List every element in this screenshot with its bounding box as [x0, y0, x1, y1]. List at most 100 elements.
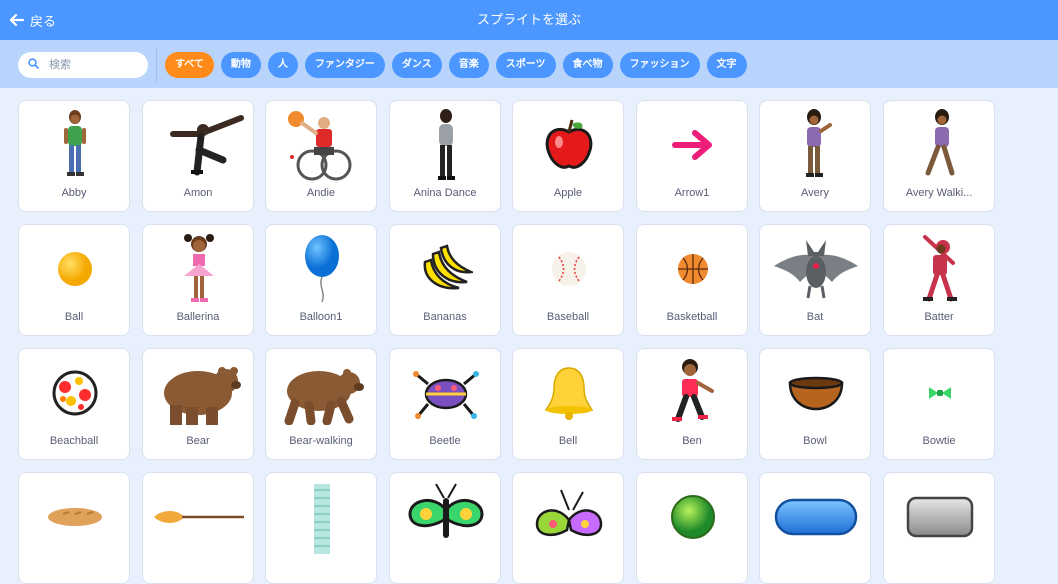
sprite-name: Abby — [61, 187, 87, 199]
sprite-name: Ball — [64, 311, 84, 323]
sprite-tile[interactable]: Balloon1 — [265, 224, 377, 336]
sprite-tile[interactable]: Bat — [759, 224, 871, 336]
sprite-name: Anina Dance — [413, 187, 477, 199]
page-title: スプライトを選ぶ — [476, 12, 581, 27]
beetle-icon — [390, 355, 502, 431]
balloon1-icon — [266, 231, 378, 307]
andie-icon — [266, 107, 378, 183]
sprite-name: Bear-walking — [289, 435, 353, 447]
sprite-tile[interactable]: Andie — [265, 100, 377, 212]
sprite-tile[interactable]: Bell — [512, 348, 624, 460]
sprite-name: Balloon1 — [299, 311, 343, 323]
sprite-name: Arrow1 — [674, 187, 710, 199]
butterfly-icon — [390, 479, 502, 555]
sprite-name: Avery Walki... — [905, 187, 973, 199]
bowl-icon — [760, 355, 872, 431]
sprite-name: Avery — [801, 187, 829, 199]
header-bar: 戻る スプライトを選ぶ — [0, 0, 1058, 40]
sprite-tile[interactable] — [759, 472, 871, 584]
tag-button[interactable]: 食べ物 — [562, 52, 613, 78]
button-green-icon — [637, 479, 749, 555]
bread-icon — [19, 479, 131, 555]
scrollbar[interactable] — [1048, 88, 1058, 527]
sprite-tile[interactable]: Ben — [636, 348, 748, 460]
sprite-tile[interactable]: Ball — [18, 224, 130, 336]
button-gray-icon — [884, 479, 996, 555]
sprite-tile[interactable]: Amon — [142, 100, 254, 212]
sprite-name: Bowtie — [922, 435, 956, 447]
arrow-left-icon — [10, 14, 24, 26]
sprite-tile[interactable]: Avery Walki... — [883, 100, 995, 212]
tag-button[interactable]: ファンタジー — [304, 52, 385, 78]
sprite-tile[interactable]: Bowl — [759, 348, 871, 460]
sprite-tile[interactable] — [265, 472, 377, 584]
sprite-tile[interactable]: Baseball — [512, 224, 624, 336]
sprite-tile[interactable] — [18, 472, 130, 584]
building-icon — [266, 479, 378, 555]
sprite-tile[interactable]: Abby — [18, 100, 130, 212]
avery-walking-icon — [884, 107, 996, 183]
tag-button[interactable]: 動物 — [220, 52, 261, 78]
sprite-name: Apple — [553, 187, 583, 199]
tag-button[interactable]: すべて — [165, 52, 214, 78]
sprite-tile[interactable]: Beetle — [389, 348, 501, 460]
ben-icon — [637, 355, 749, 431]
sprite-tile[interactable]: Arrow1 — [636, 100, 748, 212]
sprite-tile[interactable]: Anina Dance — [389, 100, 501, 212]
abby-icon — [19, 107, 131, 183]
search-icon — [28, 56, 39, 74]
tag-button[interactable]: ダンス — [391, 52, 442, 78]
sprite-name: Beachball — [49, 435, 99, 447]
tag-button[interactable]: 人 — [267, 52, 298, 78]
sprite-name: Bat — [806, 311, 824, 323]
amon-icon — [143, 107, 255, 183]
search-box[interactable] — [18, 52, 148, 78]
sprite-name: Batter — [924, 311, 954, 323]
search-input[interactable] — [47, 58, 131, 72]
tag-button[interactable]: 文字 — [706, 52, 747, 78]
sprite-tile[interactable]: Bear — [142, 348, 254, 460]
sprite-name: Basketball — [666, 311, 718, 323]
avery-icon — [760, 107, 872, 183]
arrow1-icon — [637, 107, 749, 183]
sprite-tile[interactable] — [512, 472, 624, 584]
sprite-tile[interactable]: Bear-walking — [265, 348, 377, 460]
basketball-icon — [637, 231, 749, 307]
sprite-tile[interactable] — [142, 472, 254, 584]
batter-icon — [884, 231, 996, 307]
sprite-tile[interactable] — [636, 472, 748, 584]
sprite-name: Amon — [183, 187, 213, 199]
broom-icon — [143, 479, 255, 555]
sprite-tile[interactable]: Apple — [512, 100, 624, 212]
bell-icon — [513, 355, 625, 431]
bananas-icon — [390, 231, 502, 307]
sprite-tile[interactable]: Basketball — [636, 224, 748, 336]
baseball-icon — [513, 231, 625, 307]
sprite-name: Andie — [306, 187, 336, 199]
back-button[interactable]: 戻る — [10, 0, 56, 40]
sprite-tile[interactable]: Bowtie — [883, 348, 995, 460]
sprite-tile[interactable] — [389, 472, 501, 584]
sprite-tile[interactable]: Ballerina — [142, 224, 254, 336]
tag-button[interactable]: ファッション — [619, 52, 700, 78]
apple-icon — [513, 107, 625, 183]
anina-dance-icon — [390, 107, 502, 183]
sprite-tile[interactable]: Avery — [759, 100, 871, 212]
back-label: 戻る — [30, 13, 57, 29]
bear-walking-icon — [266, 355, 378, 431]
sprite-tile[interactable]: Batter — [883, 224, 995, 336]
tag-list: すべて 動物人ファンタジー ダンス 音楽 スポーツ 食べ物 ファッション 文字 — [165, 52, 747, 78]
sprite-tile[interactable]: Bananas — [389, 224, 501, 336]
butterfly2-icon — [513, 479, 625, 555]
filter-divider — [156, 48, 157, 82]
bowtie-icon — [884, 355, 996, 431]
tag-button[interactable]: 音楽 — [448, 52, 489, 78]
sprite-tile[interactable] — [883, 472, 995, 584]
sprite-tile[interactable]: Beachball — [18, 348, 130, 460]
button-blue-icon — [760, 479, 872, 555]
sprite-name: Baseball — [546, 311, 590, 323]
tag-button[interactable]: スポーツ — [495, 52, 556, 78]
sprite-name: Beetle — [429, 435, 461, 447]
sprite-name: Ballerina — [176, 311, 220, 323]
bear-icon — [143, 355, 255, 431]
